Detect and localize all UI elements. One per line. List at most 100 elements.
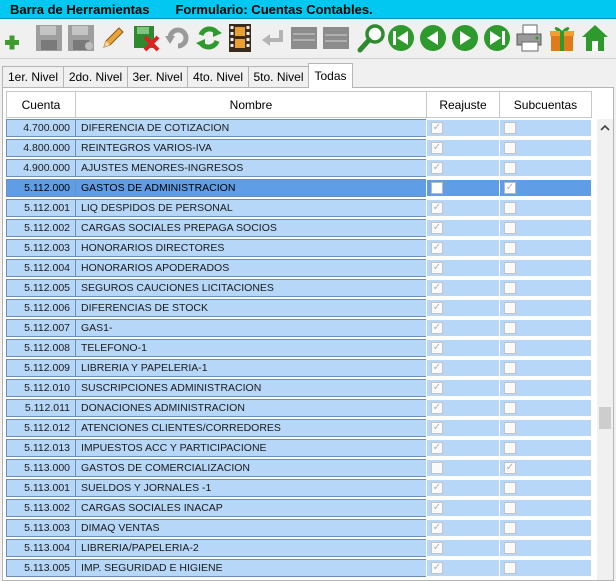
home-button[interactable] [580, 22, 610, 54]
vertical-scrollbar[interactable] [597, 119, 613, 580]
cell-nombre[interactable]: CARGAS SOCIALES PREPAGA SOCIOS [75, 219, 427, 237]
reajuste-checkbox[interactable] [431, 362, 443, 374]
reajuste-checkbox[interactable] [431, 402, 443, 414]
table-row[interactable]: 5.112.004 HONORARIOS APODERADOS [6, 258, 596, 278]
reajuste-checkbox[interactable] [431, 162, 443, 174]
subcuentas-checkbox[interactable] [504, 502, 516, 514]
reajuste-checkbox[interactable] [431, 222, 443, 234]
reajuste-checkbox[interactable] [431, 522, 443, 534]
subcuentas-checkbox[interactable] [504, 162, 516, 174]
subcuentas-checkbox[interactable] [504, 202, 516, 214]
column-header-reajuste[interactable]: Reajuste [426, 91, 500, 118]
reajuste-checkbox[interactable] [431, 142, 443, 154]
table-row[interactable]: 4.900.000 AJUSTES MENORES-INGRESOS [6, 158, 596, 178]
cell-nombre[interactable]: SUSCRIPCIONES ADMINISTRACION [75, 379, 427, 397]
cell-cuenta[interactable]: 5.112.010 [6, 379, 76, 397]
table-row[interactable]: 5.113.000 GASTOS DE COMERCIALIZACION [6, 458, 596, 478]
cell-cuenta[interactable]: 5.113.005 [6, 559, 76, 577]
cell-nombre[interactable]: SUELDOS Y JORNALES -1 [75, 479, 427, 497]
subcuentas-checkbox[interactable] [504, 222, 516, 234]
return-button[interactable] [258, 22, 288, 54]
subcuentas-checkbox[interactable] [504, 382, 516, 394]
first-record-button[interactable] [386, 22, 416, 54]
cell-nombre[interactable]: CARGAS SOCIALES INACAP [75, 499, 427, 517]
save-button[interactable] [34, 22, 64, 54]
cell-nombre[interactable]: GASTOS DE ADMINISTRACION [75, 179, 427, 197]
reajuste-checkbox[interactable] [431, 382, 443, 394]
add-button[interactable] [0, 22, 30, 54]
cell-nombre[interactable]: HONORARIOS APODERADOS [75, 259, 427, 277]
cell-cuenta[interactable]: 5.112.005 [6, 279, 76, 297]
table-row[interactable]: 5.112.010 SUSCRIPCIONES ADMINISTRACION [6, 378, 596, 398]
cell-nombre[interactable]: TELEFONO-1 [75, 339, 427, 357]
subcuentas-checkbox[interactable] [504, 462, 516, 474]
cell-cuenta[interactable]: 5.113.004 [6, 539, 76, 557]
reajuste-checkbox[interactable] [431, 202, 443, 214]
subcuentas-checkbox[interactable] [504, 342, 516, 354]
table-row[interactable]: 5.112.008 TELEFONO-1 [6, 338, 596, 358]
reajuste-checkbox[interactable] [431, 242, 443, 254]
table-row[interactable]: 5.112.002 CARGAS SOCIALES PREPAGA SOCIOS [6, 218, 596, 238]
refresh-button[interactable] [194, 22, 224, 54]
next-record-button[interactable] [450, 22, 480, 54]
cell-cuenta[interactable]: 5.112.007 [6, 319, 76, 337]
subcuentas-checkbox[interactable] [504, 402, 516, 414]
subcuentas-checkbox[interactable] [504, 542, 516, 554]
cell-nombre[interactable]: HONORARIOS DIRECTORES [75, 239, 427, 257]
cell-nombre[interactable]: DIFERENCIAS DE STOCK [75, 299, 427, 317]
previous-record-button[interactable] [418, 22, 448, 54]
table-row[interactable]: 5.112.007 GAS1- [6, 318, 596, 338]
table-row[interactable]: 5.112.005 SEGUROS CAUCIONES LICITACIONES [6, 278, 596, 298]
subcuentas-checkbox[interactable] [504, 242, 516, 254]
cell-cuenta[interactable]: 5.112.011 [6, 399, 76, 417]
table-row[interactable]: 5.113.002 CARGAS SOCIALES INACAP [6, 498, 596, 518]
subcuentas-checkbox[interactable] [504, 142, 516, 154]
cell-cuenta[interactable]: 5.112.004 [6, 259, 76, 277]
cell-cuenta[interactable]: 5.112.009 [6, 359, 76, 377]
reajuste-checkbox[interactable] [431, 322, 443, 334]
table-row[interactable]: 4.800.000 REINTEGROS VARIOS-IVA [6, 138, 596, 158]
cell-cuenta[interactable]: 4.800.000 [6, 139, 76, 157]
table-row[interactable]: 5.113.005 IMP. SEGURIDAD E HIGIENE [6, 558, 596, 578]
column-header-cuenta[interactable]: Cuenta [6, 91, 76, 118]
cell-nombre[interactable]: DIMAQ VENTAS [75, 519, 427, 537]
column-header-nombre[interactable]: Nombre [75, 91, 427, 118]
subcuentas-checkbox[interactable] [504, 522, 516, 534]
table-row[interactable]: 5.112.001 LIQ DESPIDOS DE PERSONAL [6, 198, 596, 218]
table-row[interactable]: 4.700.000 DIFERENCIA DE COTIZACION [6, 118, 596, 138]
cell-cuenta[interactable]: 5.113.002 [6, 499, 76, 517]
cell-cuenta[interactable]: 5.112.008 [6, 339, 76, 357]
reajuste-checkbox[interactable] [431, 482, 443, 494]
table-row[interactable]: 5.112.011 DONACIONES ADMINISTRACION [6, 398, 596, 418]
cell-nombre[interactable]: IMP. SEGURIDAD E HIGIENE [75, 559, 427, 577]
table-row[interactable]: 5.112.013 IMPUESTOS ACC Y PARTICIPACIONE [6, 438, 596, 458]
cell-cuenta[interactable]: 5.112.000 [6, 179, 76, 197]
undo-button[interactable] [163, 22, 193, 54]
edit-button[interactable] [98, 22, 128, 54]
cell-cuenta[interactable]: 5.112.001 [6, 199, 76, 217]
cell-nombre[interactable]: LIBRERIA Y PAPELERIA-1 [75, 359, 427, 377]
subcuentas-checkbox[interactable] [504, 442, 516, 454]
cell-nombre[interactable]: ATENCIONES CLIENTES/CORREDORES [75, 419, 427, 437]
cell-cuenta[interactable]: 5.112.006 [6, 299, 76, 317]
tab-3er-nivel[interactable]: 3er. Nivel [127, 66, 188, 87]
cell-cuenta[interactable]: 5.112.013 [6, 439, 76, 457]
cell-nombre[interactable]: SEGUROS CAUCIONES LICITACIONES [75, 279, 427, 297]
reajuste-checkbox[interactable] [431, 462, 443, 474]
subcuentas-checkbox[interactable] [504, 482, 516, 494]
reajuste-checkbox[interactable] [431, 442, 443, 454]
cell-nombre[interactable]: GAS1- [75, 319, 427, 337]
table-row[interactable]: 5.112.012 ATENCIONES CLIENTES/CORREDORES [6, 418, 596, 438]
cell-cuenta[interactable]: 4.700.000 [6, 119, 76, 137]
cell-nombre[interactable]: IMPUESTOS ACC Y PARTICIPACIONE [75, 439, 427, 457]
cell-cuenta[interactable]: 5.113.001 [6, 479, 76, 497]
gift-button[interactable] [547, 22, 577, 54]
subcuentas-checkbox[interactable] [504, 122, 516, 134]
reajuste-checkbox[interactable] [431, 182, 443, 194]
cell-cuenta[interactable]: 5.112.012 [6, 419, 76, 437]
grid-button[interactable] [289, 22, 319, 54]
tab-4to-nivel[interactable]: 4to. Nivel [187, 66, 249, 87]
subcuentas-checkbox[interactable] [504, 302, 516, 314]
subcuentas-checkbox[interactable] [504, 562, 516, 574]
tab-1er-nivel[interactable]: 1er. Nivel [2, 66, 64, 87]
